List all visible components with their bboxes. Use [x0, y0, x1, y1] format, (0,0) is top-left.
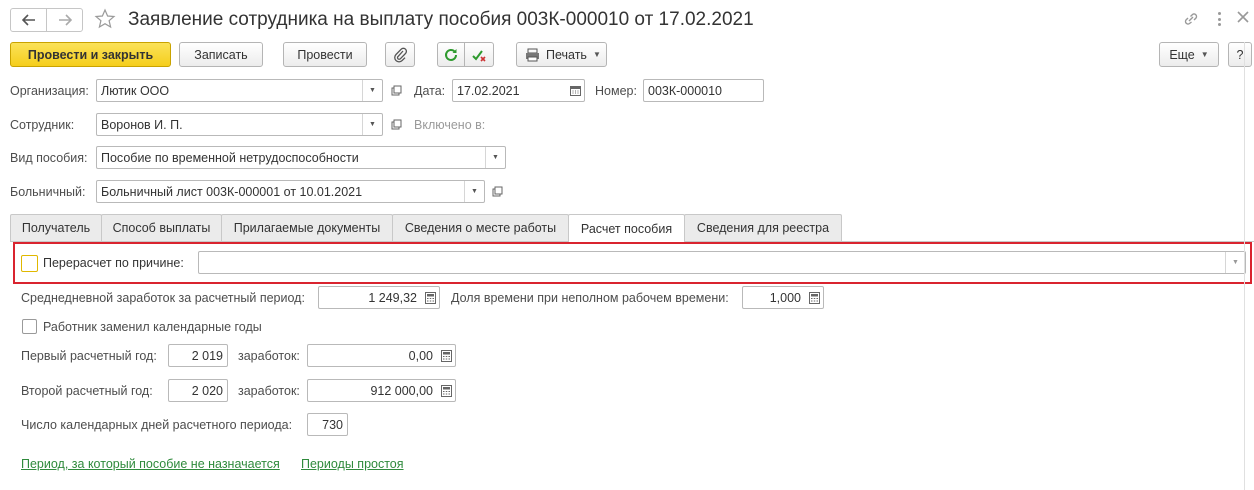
employee-value: Воронов И. П. [101, 117, 183, 132]
favorite-star-icon[interactable] [94, 8, 116, 33]
forward-button[interactable] [47, 9, 82, 31]
days-field[interactable]: 730 [307, 413, 348, 436]
no-benefit-period-link[interactable]: Период, за который пособие не назначаетс… [21, 456, 280, 472]
post-button[interactable]: Провести [283, 42, 367, 67]
dropdown-arrow-icon[interactable]: ▼ [464, 181, 484, 202]
avg-daily-value: 1 249,32 [368, 290, 417, 305]
calculator-icon[interactable] [437, 345, 455, 366]
second-year-label: Второй расчетный год: [21, 384, 153, 398]
dropdown-arrow-icon: ▼ [1200, 50, 1209, 59]
tab-registry-info[interactable]: Сведения для реестра [684, 214, 842, 241]
organization-label: Организация: [10, 84, 89, 98]
unpost-button[interactable] [464, 42, 494, 67]
benefit-type-value: Пособие по временной нетрудоспособности [101, 150, 359, 165]
back-button[interactable] [11, 9, 47, 31]
tab-payment-method[interactable]: Способ выплаты [101, 214, 222, 241]
second-year-value: 2 020 [191, 383, 223, 398]
open-icon [391, 85, 401, 96]
sick-leave-field[interactable]: Больничный лист 003К-000001 от 10.01.202… [96, 180, 485, 203]
part-time-label: Доля времени при неполном рабочем времен… [451, 291, 729, 305]
open-sick-leave-button[interactable] [487, 180, 507, 203]
print-label: Печать [546, 47, 587, 62]
dropdown-arrow-icon[interactable]: ▼ [485, 147, 505, 168]
open-organization-button[interactable] [386, 79, 406, 102]
first-year-label: Первый расчетный год: [21, 349, 157, 363]
post-and-close-button[interactable]: Провести и закрыть [10, 42, 171, 67]
save-button[interactable]: Записать [179, 42, 263, 67]
first-earnings-label: заработок: [238, 349, 300, 363]
recalc-reason-field[interactable]: ▼ [198, 251, 1246, 274]
link-icon[interactable] [1182, 10, 1200, 31]
first-earnings-field[interactable]: 0,00 [307, 344, 456, 367]
replaced-years-label: Работник заменил календарные годы [43, 320, 262, 334]
part-time-field[interactable]: 1,000 [742, 286, 824, 309]
open-employee-button[interactable] [386, 113, 406, 136]
print-button[interactable]: Печать ▼ [516, 42, 607, 67]
first-earnings-value: 0,00 [408, 348, 433, 363]
page-title: Заявление сотрудника на выплату пособия … [128, 9, 754, 30]
replaced-years-checkbox[interactable] [22, 319, 37, 334]
open-icon [492, 186, 502, 197]
idle-periods-link[interactable]: Периоды простоя [301, 456, 404, 472]
second-earnings-value: 912 000,00 [370, 383, 433, 398]
part-time-value: 1,000 [769, 290, 801, 305]
number-label: Номер: [595, 84, 637, 98]
scrollbar[interactable] [1244, 42, 1254, 490]
refresh-button[interactable] [437, 42, 465, 67]
avg-daily-field[interactable]: 1 249,32 [318, 286, 440, 309]
more-button[interactable]: Еще ▼ [1159, 42, 1219, 67]
unpost-icon [472, 49, 486, 62]
calculator-icon[interactable] [805, 287, 823, 308]
dropdown-arrow-icon[interactable]: ▼ [1225, 252, 1245, 273]
days-label: Число календарных дней расчетного период… [21, 418, 293, 432]
arrow-left-icon [21, 14, 35, 26]
second-earnings-field[interactable]: 912 000,00 [307, 379, 456, 402]
recalc-label: Перерасчет по причине: [43, 256, 184, 270]
date-label: Дата: [414, 84, 446, 98]
attach-button[interactable] [385, 42, 415, 67]
number-value: 003К-000010 [648, 83, 723, 98]
close-icon[interactable] [1236, 10, 1250, 27]
paperclip-icon [394, 47, 407, 63]
benefit-type-label: Вид пособия: [10, 151, 88, 165]
number-field[interactable]: 003К-000010 [643, 79, 764, 102]
dropdown-arrow-icon[interactable]: ▼ [362, 80, 382, 101]
second-earnings-label: заработок: [238, 384, 300, 398]
benefit-type-field[interactable]: Пособие по временной нетрудоспособности … [96, 146, 506, 169]
recalc-checkbox[interactable] [21, 255, 38, 272]
organization-value: Лютик ООО [101, 83, 170, 98]
first-year-value: 2 019 [191, 348, 223, 363]
more-label: Еще [1169, 47, 1195, 62]
tab-recipient[interactable]: Получатель [10, 214, 102, 241]
employee-field[interactable]: Воронов И. П. ▼ [96, 113, 383, 136]
first-year-field[interactable]: 2 019 [168, 344, 228, 367]
tab-workplace-info[interactable]: Сведения о месте работы [392, 214, 569, 241]
printer-icon [526, 48, 539, 61]
sick-leave-value: Больничный лист 003К-000001 от 10.01.202… [101, 184, 363, 199]
calculator-icon[interactable] [437, 380, 455, 401]
second-year-field[interactable]: 2 020 [168, 379, 228, 402]
date-value: 17.02.2021 [457, 83, 520, 98]
more-actions-icon[interactable] [1214, 10, 1224, 28]
dropdown-arrow-icon[interactable]: ▼ [362, 114, 382, 135]
dropdown-arrow-icon: ▼ [592, 50, 601, 59]
tab-attached-documents[interactable]: Прилагаемые документы [221, 214, 393, 241]
organization-field[interactable]: Лютик ООО ▼ [96, 79, 383, 102]
open-icon [391, 119, 401, 130]
nav-back-forward [10, 8, 83, 32]
days-value: 730 [322, 417, 343, 432]
arrow-right-icon [58, 14, 72, 26]
included-label: Включено в: [414, 118, 486, 132]
refresh-icon [445, 48, 457, 61]
sick-leave-label: Больничный: [10, 185, 86, 199]
tab-benefit-calculation[interactable]: Расчет пособия [568, 214, 685, 242]
date-field[interactable]: 17.02.2021 [452, 79, 585, 102]
employee-label: Сотрудник: [10, 118, 75, 132]
avg-daily-label: Среднедневной заработок за расчетный пер… [21, 291, 305, 305]
calendar-icon[interactable] [566, 80, 584, 101]
calculator-icon[interactable] [421, 287, 439, 308]
